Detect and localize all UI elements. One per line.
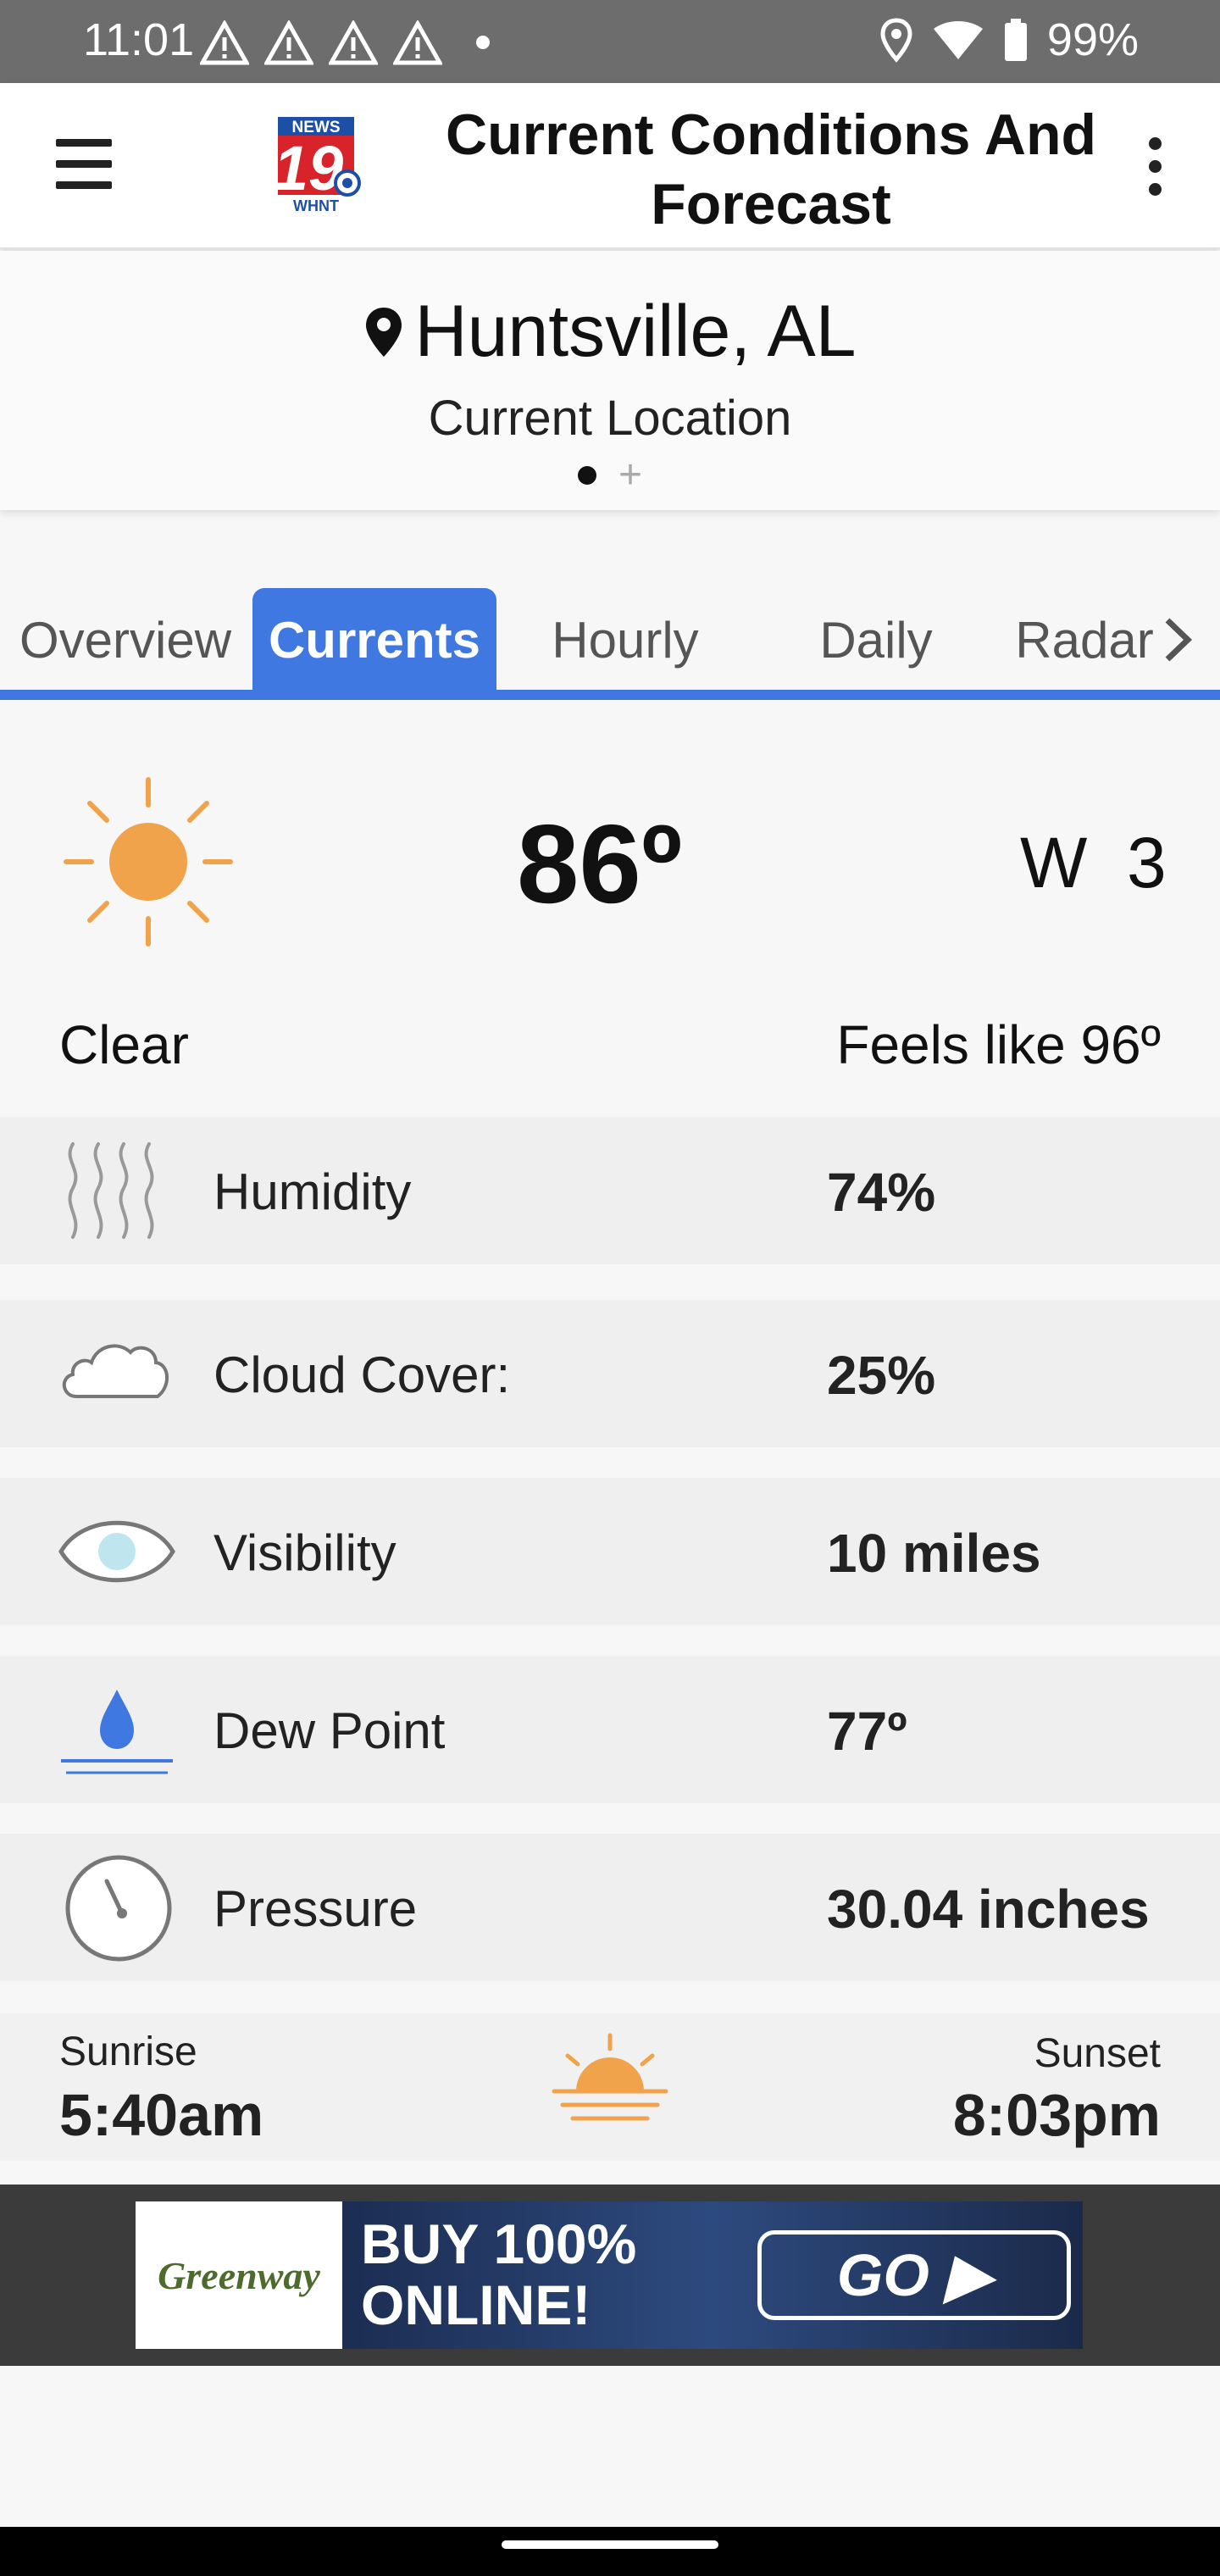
location-pin-icon: [366, 307, 402, 357]
detail-row-dew-point: Dew Point 77º: [0, 1656, 1220, 1803]
condition-text: Clear: [59, 1014, 189, 1075]
detail-row-cloud-cover: Cloud Cover: 25%: [0, 1300, 1220, 1447]
logo-whnt-text: WHNT: [293, 197, 339, 214]
ad-banner-container: Greenway BUY 100% ONLINE! GO ▶: [0, 2185, 1220, 2366]
sunset-time: 8:03pm: [952, 2082, 1161, 2148]
detail-row-visibility: Visibility 10 miles: [0, 1478, 1220, 1625]
tab-bar: Overview Currents Hourly Daily Radar: [0, 588, 1220, 700]
status-warnings: [200, 20, 442, 66]
detail-value: 30.04 inches: [827, 1879, 1150, 1940]
ad-brand-logo: Greenway: [136, 2201, 342, 2349]
tab-radar[interactable]: Radar: [1001, 588, 1167, 691]
cloud-icon: [63, 1344, 169, 1398]
ad-headline: BUY 100% ONLINE!: [361, 2213, 636, 2335]
ad-promo: BUY 100% ONLINE! GO ▶: [342, 2201, 1083, 2349]
battery-icon: [1004, 19, 1027, 61]
location-icon: [880, 18, 912, 63]
location-pager: +: [0, 455, 1220, 496]
warning-icon: [200, 20, 249, 65]
ad-line-1: BUY 100%: [361, 2212, 637, 2275]
current-temperature: 86º: [517, 802, 683, 926]
detail-value: 25%: [827, 1345, 936, 1406]
location-subtitle: Current Location: [428, 391, 792, 446]
tab-daily[interactable]: Daily: [751, 588, 1001, 691]
location-row: Huntsville, AL: [0, 290, 1220, 374]
tab-currents[interactable]: Currents: [252, 588, 496, 691]
gauge-icon: [65, 1855, 172, 1962]
more-options-icon[interactable]: [1144, 137, 1166, 198]
menu-icon[interactable]: [56, 139, 112, 190]
sun-icon: [64, 777, 233, 947]
detail-row-humidity: Humidity 74%: [0, 1117, 1220, 1264]
page-title: Current Conditions And Forecast: [445, 103, 1097, 236]
home-gesture-handle[interactable]: [502, 2540, 718, 2549]
location-card[interactable]: Huntsville, AL Current Location +: [0, 251, 1220, 510]
wind-reading: W 3: [1020, 823, 1167, 902]
status-bar: 11:01 99%: [0, 0, 1220, 83]
warning-icon: [393, 20, 442, 65]
chevron-right-icon[interactable]: [1161, 615, 1195, 664]
notification-dot: [476, 36, 490, 49]
sunrise-time: 5:40am: [59, 2082, 264, 2148]
ad-line-2: ONLINE!: [361, 2273, 591, 2336]
warning-icon: [264, 20, 313, 65]
location-name: Huntsville, AL: [414, 291, 857, 372]
detail-row-pressure: Pressure 30.04 inches: [0, 1834, 1220, 1981]
wifi-icon: [933, 21, 983, 59]
detail-value: 74%: [827, 1162, 936, 1223]
sunset-icon: [552, 2033, 668, 2121]
ad-brand-text: Greenway: [158, 2253, 320, 2297]
battery-percent: 99%: [1046, 14, 1139, 65]
status-right: 99%: [879, 14, 1139, 66]
detail-value: 10 miles: [827, 1523, 1041, 1584]
feels-like-text: Feels like 96º: [836, 1014, 1161, 1075]
add-location-button[interactable]: +: [618, 455, 642, 496]
detail-label: Dew Point: [214, 1702, 446, 1759]
tab-underline: [0, 690, 1220, 700]
detail-label: Humidity: [214, 1163, 412, 1220]
app-bar: NEWS 19 WHNT Current Conditions And Fore…: [0, 83, 1220, 249]
dew-drop-icon: [61, 1690, 173, 1774]
pager-dot-active[interactable]: [577, 466, 596, 485]
detail-value: 77º: [827, 1701, 907, 1762]
ad-go-button[interactable]: GO ▶: [757, 2230, 1071, 2320]
status-time: 11:01: [83, 14, 195, 65]
warning-icon: [329, 20, 378, 65]
sunrise-label: Sunrise: [59, 2029, 197, 2074]
detail-label: Visibility: [214, 1524, 396, 1581]
system-nav-bar: [0, 2527, 1220, 2576]
detail-label: Pressure: [214, 1880, 418, 1937]
sun-times: Sunrise 5:40am Sunset 8:03pm: [0, 2013, 1220, 2161]
sunset-label: Sunset: [1034, 2031, 1161, 2076]
tab-hourly[interactable]: Hourly: [500, 588, 751, 691]
eye-icon: [58, 1520, 175, 1583]
humidity-icon: [68, 1142, 154, 1239]
logo-number: 19: [274, 133, 343, 203]
tab-overview[interactable]: Overview: [0, 588, 251, 691]
ad-banner[interactable]: Greenway BUY 100% ONLINE! GO ▶: [136, 2201, 1083, 2349]
detail-label: Cloud Cover:: [214, 1346, 511, 1403]
news19-logo: NEWS 19 WHNT: [274, 117, 361, 214]
